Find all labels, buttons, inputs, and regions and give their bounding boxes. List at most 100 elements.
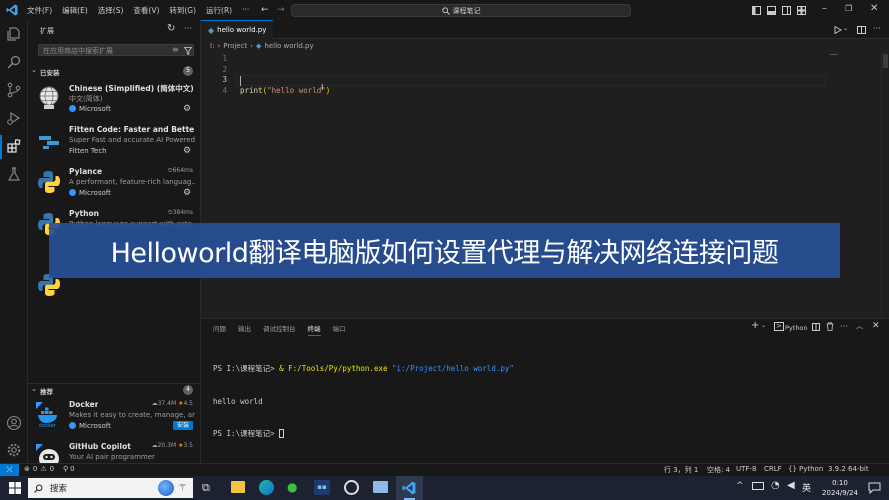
task-view-icon[interactable]: ⧉ bbox=[202, 481, 210, 495]
close-panel-icon[interactable]: ✕ bbox=[872, 321, 880, 331]
problems-indicator[interactable]: ⊗ 0 ⚠ 0 bbox=[24, 465, 54, 473]
menu-selection[interactable]: 选择(S) bbox=[93, 5, 129, 16]
menu-more[interactable]: ··· bbox=[237, 5, 254, 16]
run-file-icon[interactable] bbox=[834, 26, 842, 34]
windows-start-icon[interactable] bbox=[9, 482, 21, 494]
language-mode[interactable]: Python bbox=[799, 465, 823, 473]
extensions-icon[interactable] bbox=[6, 138, 22, 154]
gear-icon[interactable]: ⚙ bbox=[183, 146, 193, 156]
chevron-down-icon[interactable]: ⌄ bbox=[761, 322, 766, 329]
toggle-secondary-sidebar-icon[interactable] bbox=[782, 6, 791, 15]
extension-item-pylance[interactable]: Pylance ⏲664ms A performant, feature-ric… bbox=[28, 165, 201, 207]
indentation[interactable]: 空格: 4 bbox=[707, 465, 730, 475]
error-icon: ⊗ bbox=[24, 465, 30, 473]
clock-time: 0:10 bbox=[832, 479, 848, 487]
manage-gear-icon[interactable] bbox=[6, 442, 22, 458]
sidebar-title: 扩展 bbox=[40, 27, 54, 35]
installed-section-header[interactable]: ⌄ 已安装 5 bbox=[28, 65, 201, 77]
python-file-icon: ◆ bbox=[256, 42, 262, 50]
battery-icon[interactable] bbox=[752, 482, 764, 490]
forward-arrow-icon[interactable]: → bbox=[277, 5, 285, 15]
ports-indicator[interactable]: ⚲ 0 bbox=[63, 465, 75, 473]
extension-item-fitten[interactable]: Fitten Code: Faster and Better AI ... Su… bbox=[28, 123, 201, 165]
installed-count-badge: 5 bbox=[183, 66, 193, 76]
vscode-taskbar-button[interactable] bbox=[396, 476, 423, 500]
chevron-up-icon[interactable]: ^ bbox=[736, 481, 744, 491]
code-function: print bbox=[240, 86, 263, 95]
clear-filter-icon[interactable]: ≡ bbox=[172, 45, 179, 54]
more-actions-icon[interactable]: ··· bbox=[184, 24, 192, 33]
close-icon[interactable]: ✕ bbox=[870, 3, 878, 14]
breadcrumb-file[interactable]: hello world.py bbox=[264, 42, 313, 50]
extension-item-docker[interactable]: docker Docker ☁37.4M ★4.5 Makes it easy … bbox=[28, 398, 201, 440]
terminal-output[interactable]: PS I:\课程笔记> & F:/Tools/Py/python.exe "i:… bbox=[213, 343, 514, 461]
install-button[interactable]: 安装 bbox=[173, 421, 193, 430]
toggle-panel-icon[interactable] bbox=[767, 6, 776, 15]
explorer-icon[interactable] bbox=[6, 26, 22, 42]
tab-hello-world[interactable]: ◆ hello world.py bbox=[201, 20, 273, 39]
file-explorer-icon[interactable] bbox=[231, 481, 245, 493]
menu-view[interactable]: 查看(V) bbox=[128, 5, 164, 16]
gear-icon[interactable]: ⚙ bbox=[183, 104, 193, 114]
back-arrow-icon[interactable]: ← bbox=[261, 5, 269, 15]
edge-browser-icon[interactable] bbox=[259, 480, 274, 495]
cursor-position[interactable]: 行 3，列 1 bbox=[664, 465, 698, 475]
remote-indicator-icon[interactable]: ⤫ bbox=[0, 464, 19, 476]
encoding[interactable]: UTF-8 bbox=[736, 465, 756, 473]
trash-icon[interactable] bbox=[826, 322, 834, 331]
tab-output[interactable]: 输出 bbox=[238, 323, 251, 336]
testing-flask-icon[interactable] bbox=[6, 166, 22, 182]
tab-terminal[interactable]: 终端 bbox=[307, 323, 321, 336]
split-terminal-icon[interactable] bbox=[812, 323, 820, 331]
account-icon[interactable] bbox=[6, 415, 22, 431]
extension-search-input[interactable]: 在应用商店中搜索扩展 ≡ bbox=[38, 44, 194, 56]
recommended-section-header[interactable]: ⌄ 推荐 4 bbox=[28, 383, 201, 396]
wifi-icon[interactable]: ◔ bbox=[771, 480, 780, 491]
wechat-icon[interactable]: ● bbox=[287, 480, 297, 494]
mail-icon[interactable] bbox=[373, 481, 388, 493]
filter-icon[interactable] bbox=[184, 47, 192, 55]
extension-item-chinese[interactable]: Chinese (Simplified) (简体中文) L... 中文(简体) … bbox=[28, 81, 201, 123]
tab-debug-console[interactable]: 调试控制台 bbox=[263, 323, 296, 336]
chevron-down-icon[interactable]: ⌄ bbox=[843, 25, 848, 32]
menu-bar: 文件(F) 编辑(E) 选择(S) 查看(V) 转到(G) 运行(R) ··· bbox=[22, 5, 254, 16]
editor-scrollbar[interactable] bbox=[881, 54, 888, 318]
obs-icon[interactable] bbox=[344, 480, 359, 495]
search-view-icon[interactable] bbox=[6, 54, 22, 70]
tab-ports[interactable]: 端口 bbox=[333, 323, 346, 336]
maximize-panel-icon[interactable]: ︿ bbox=[856, 321, 863, 331]
terminal-shell-label[interactable]: Python bbox=[785, 324, 808, 332]
minimize-icon[interactable]: – bbox=[822, 3, 827, 14]
menu-go[interactable]: 转到(G) bbox=[164, 5, 201, 16]
editor-scrollbar-thumb[interactable] bbox=[883, 54, 888, 68]
source-control-icon[interactable] bbox=[6, 82, 22, 98]
menu-edit[interactable]: 编辑(E) bbox=[57, 5, 93, 16]
clock[interactable]: 0:10 2024/9/24 bbox=[820, 478, 860, 498]
customize-layout-icon[interactable] bbox=[797, 6, 806, 15]
more-actions-icon[interactable]: ··· bbox=[840, 322, 848, 331]
code-line-4[interactable]: print("hello world") bbox=[240, 86, 330, 97]
add-terminal-icon[interactable]: + bbox=[751, 320, 759, 331]
ime-indicator[interactable]: 英 bbox=[802, 481, 811, 494]
notification-icon[interactable] bbox=[868, 482, 881, 494]
more-actions-icon[interactable]: ··· bbox=[873, 24, 881, 33]
split-editor-icon[interactable] bbox=[857, 26, 866, 34]
volume-icon[interactable]: ◀ bbox=[787, 480, 795, 491]
refresh-icon[interactable]: ↻ bbox=[167, 23, 175, 34]
command-center-search[interactable]: 课程笔记 bbox=[291, 4, 631, 17]
python-interpreter[interactable]: 3.9.2 64-bit bbox=[828, 465, 869, 473]
gear-icon[interactable]: ⚙ bbox=[183, 188, 193, 198]
menu-file[interactable]: 文件(F) bbox=[22, 5, 57, 16]
toggle-sidebar-icon[interactable] bbox=[752, 6, 761, 15]
maximize-icon[interactable]: ❐ bbox=[845, 4, 852, 13]
menu-run[interactable]: 运行(R) bbox=[201, 5, 237, 16]
run-debug-icon[interactable] bbox=[6, 110, 22, 126]
breadcrumb-root[interactable]: I: bbox=[210, 42, 214, 50]
taskbar-search-box[interactable]: 搜索 ⚚ bbox=[28, 478, 193, 498]
breadcrumb-folder[interactable]: Project bbox=[223, 42, 247, 50]
app-icon[interactable]: ▪▪ bbox=[314, 480, 330, 495]
warning-icon: ⚠ bbox=[40, 465, 47, 473]
installed-label: 已安装 bbox=[40, 69, 60, 77]
line-ending[interactable]: CRLF bbox=[764, 465, 782, 473]
tab-problems[interactable]: 问题 bbox=[213, 323, 226, 336]
